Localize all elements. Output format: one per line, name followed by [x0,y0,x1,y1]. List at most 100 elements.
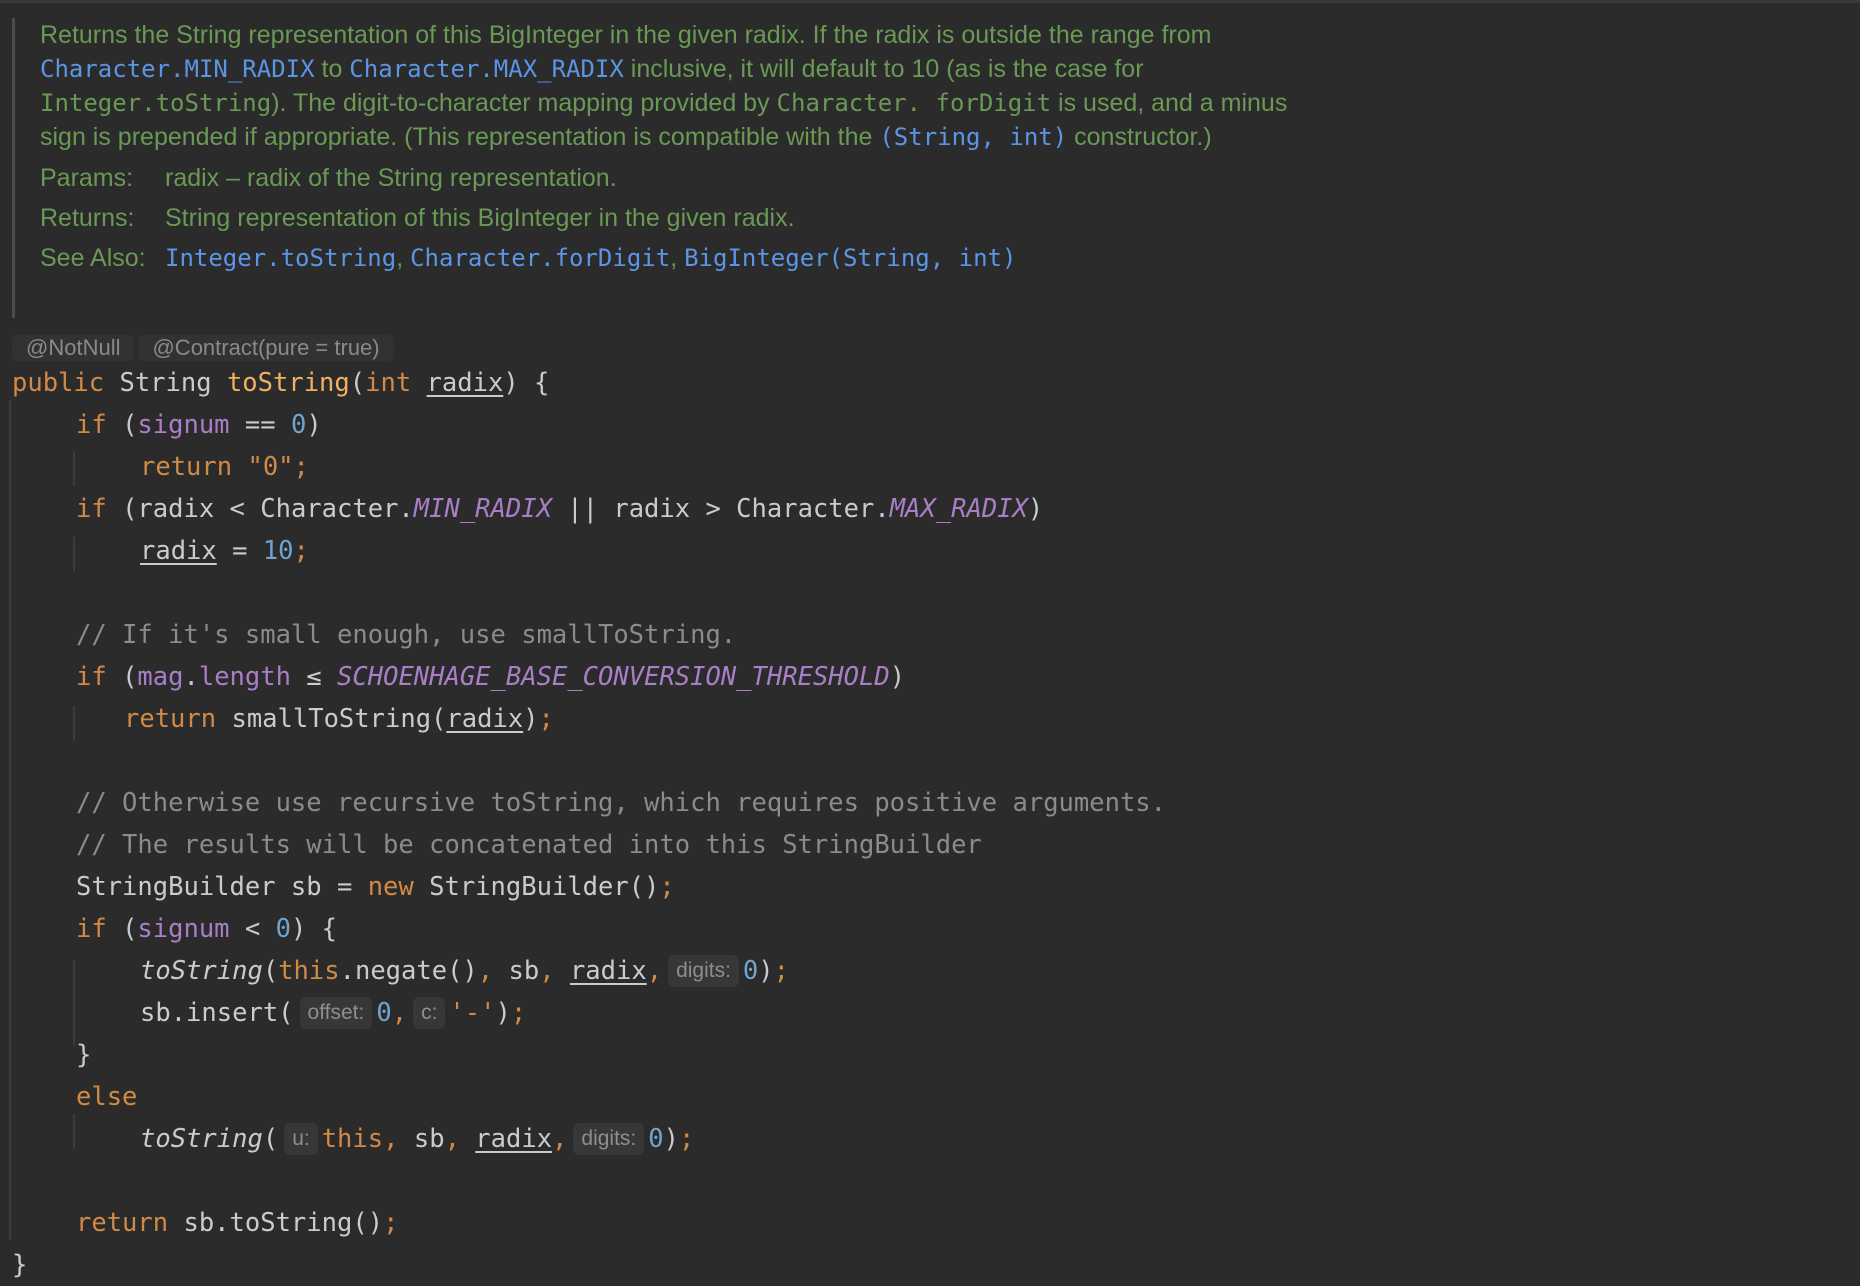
method-name[interactable]: toString [227,368,350,398]
punct: ) { [503,368,550,398]
method-call[interactable]: smallToString( [231,704,446,734]
parameter-hint-u: u: [284,1123,318,1155]
type-name: String [119,368,227,398]
code-line[interactable]: return "0"; [12,446,1852,488]
variable-sb[interactable]: sb [509,956,540,986]
closing-brace: } [12,1250,28,1280]
see-also-link-integer-tostring[interactable]: Integer.toString [165,244,396,272]
punct: ( [122,662,138,692]
comma: , [552,1124,568,1154]
field-length[interactable]: length [199,662,291,692]
semicolon: ; [659,872,675,902]
keyword-this: this [278,956,340,986]
code-line[interactable]: // The results will be concatenated into… [12,824,1852,866]
code-line[interactable]: else [12,1076,1852,1118]
code-line[interactable]: return smallToString(radix); [12,698,1852,740]
parameter-radix[interactable]: radix [570,956,647,986]
doc-see-also-links: Integer.toString, Character.forDigit, Bi… [165,238,1312,278]
code-line[interactable]: } [12,1034,1852,1076]
see-also-link-character-fordigit[interactable]: Character.forDigit [410,244,670,272]
punct: ( [122,914,138,944]
doc-link-constructor[interactable]: (String, int) [879,123,1067,151]
doc-returns-label: Returns: [40,204,135,232]
comma: , [444,1124,476,1154]
code-line[interactable]: StringBuilder sb = new StringBuilder(); [12,866,1852,908]
doc-text: to [314,55,350,83]
declaration: StringBuilder sb = [76,872,368,902]
punct: ( [262,1124,279,1154]
code-line[interactable]: toString(this.negate(), sb, radix, digits… [12,950,1852,992]
doc-params-row: Params: radix – radix of the String repr… [40,158,1312,198]
char-literal: '-' [449,998,496,1028]
punct: ) [495,998,511,1028]
variable-sb[interactable]: sb [414,1124,445,1154]
doc-returns-value: String representation of this BigInteger… [165,204,795,232]
expression: (radix < Character. [122,494,414,524]
field-signum[interactable]: signum [137,410,229,440]
comment: // The results will be concatenated into… [76,830,982,860]
code-line-method-signature[interactable]: public String toString(int radix) { [12,362,1852,404]
code-line[interactable]: // Otherwise use recursive toString, whi… [12,782,1852,824]
punct: ) { [290,914,338,944]
doc-code-integer-tostring: Integer.toString [40,89,272,117]
punct: ( [122,410,138,440]
punct: . [183,662,199,692]
constructor-call[interactable]: StringBuilder() [429,872,659,902]
parameter-radix[interactable]: radix [446,704,523,734]
parameter-hint-offset: offset: [299,997,373,1029]
code-line[interactable]: sb.insert(offset: 0, c: '-'); [12,992,1852,1034]
see-also-link-biginteger-constructor[interactable]: BigInteger(String, int) [684,244,1016,272]
doc-link-min-radix[interactable]: Character.MIN_RADIX [40,55,315,83]
method-call-tostring[interactable]: toString [140,956,263,986]
code-line[interactable]: // If it's small enough, use smallToStri… [12,614,1852,656]
javadoc-description: Returns the String representation of thi… [40,18,1312,154]
constant-threshold[interactable]: SCHOENHAGE_BASE_CONVERSION_THRESHOLD [337,662,890,692]
field-mag[interactable]: mag [137,662,183,692]
method-call[interactable]: .negate() [340,956,478,986]
method-call-tostring[interactable]: toString [140,1124,263,1154]
doc-text: inclusive, it will default to 10 (as is … [623,55,1144,83]
doc-link-max-radix[interactable]: Character.MAX_RADIX [349,55,624,83]
code-line-blank[interactable] [12,572,1852,614]
annotation-contract[interactable]: @Contract(pure = true) [138,335,394,361]
operator: < [229,914,276,944]
parameter-hint-digits: digits: [573,1123,645,1155]
constant-max-radix[interactable]: MAX_RADIX [890,494,1028,524]
code-editor[interactable]: public String toString(int radix) { if (… [12,362,1852,1286]
field-signum[interactable]: signum [137,914,229,944]
code-line[interactable]: if (signum == 0) [12,404,1852,446]
code-line-blank[interactable] [12,740,1852,782]
parameter-hint-digits: digits: [668,955,739,987]
doc-text: ). The digit-to-character mapping provid… [271,89,777,117]
comma: , [539,956,570,986]
annotation-notnull[interactable]: @NotNull [12,335,135,361]
doc-text: constructor.) [1067,123,1212,151]
number-literal: 0 [290,410,307,440]
code-line[interactable]: } [12,1244,1852,1286]
punct: ) [306,410,322,440]
code-line[interactable]: radix = 10; [12,530,1852,572]
doc-params-label: Params: [40,164,134,192]
number-literal: 0 [376,998,392,1028]
separator: , [670,244,685,272]
parameter-radix[interactable]: radix [427,368,504,398]
method-call[interactable]: sb.toString() [183,1208,383,1238]
semicolon: ; [510,998,527,1028]
keyword: if [76,662,123,692]
method-call-insert[interactable]: sb.insert( [140,998,294,1028]
keyword: if [76,914,123,944]
parameter-radix[interactable]: radix [475,1124,552,1154]
code-line-blank[interactable] [12,1160,1852,1202]
punct: ) [663,1124,679,1154]
parameter-radix[interactable]: radix [140,536,217,566]
doc-see-also-label: See Also: [40,244,146,272]
doc-params-value: radix – radix of the String representati… [165,164,617,192]
code-line[interactable]: if (signum < 0) { [12,908,1852,950]
code-line[interactable]: if (mag.length ≤ SCHOENHAGE_BASE_CONVERS… [12,656,1852,698]
constant-min-radix[interactable]: MIN_RADIX [414,494,552,524]
code-line[interactable]: return sb.toString(); [12,1202,1852,1244]
keyword: if [76,494,123,524]
code-line[interactable]: if (radix < Character.MIN_RADIX || radix… [12,488,1852,530]
code-line[interactable]: toString(u: this, sb, radix, digits: 0); [12,1118,1852,1160]
punct: ) [523,704,539,734]
